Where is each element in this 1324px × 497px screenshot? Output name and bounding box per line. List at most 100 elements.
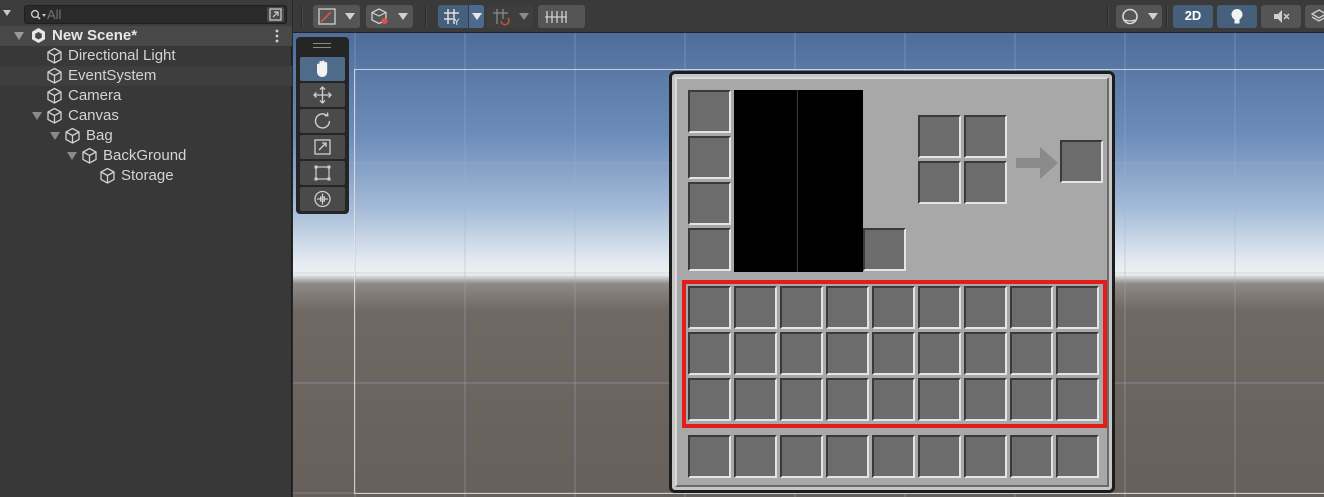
bag-background	[675, 77, 1109, 487]
hierarchy-scene-row[interactable]: New Scene*	[0, 26, 292, 46]
search-icon	[30, 9, 46, 20]
scale-tool-button[interactable]	[300, 135, 345, 159]
gameobject-cube-icon	[47, 107, 62, 124]
equipment-slot[interactable]	[688, 228, 731, 271]
expand-window-icon[interactable]	[267, 7, 284, 22]
grid-snap-caret-area[interactable]	[468, 5, 484, 28]
svg-text:Y: Y	[453, 18, 460, 26]
hotbar-slot[interactable]	[734, 435, 777, 478]
fold-open-icon[interactable]	[14, 31, 24, 41]
player-preview	[734, 90, 863, 272]
toolbar-separator	[301, 6, 303, 27]
hotbar-slot[interactable]	[1010, 435, 1053, 478]
crafting-output-slot[interactable]	[1060, 140, 1103, 183]
lighting-bulb-icon	[1231, 9, 1243, 24]
hotbar-slot[interactable]	[688, 435, 731, 478]
scene-layers-icon	[1310, 9, 1324, 22]
crafting-slot[interactable]	[964, 115, 1007, 158]
draw-mode-dropdown[interactable]	[313, 5, 360, 28]
scene-layers-toggle[interactable]	[1305, 5, 1324, 28]
hierarchy-item-label: EventSystem	[68, 67, 157, 84]
increment-snap-icon	[493, 9, 510, 26]
grid-snap-dropdown[interactable]: Y	[438, 5, 484, 28]
hierarchy-item-storage[interactable]: Storage	[0, 166, 292, 186]
gizmos-dropdown[interactable]	[1116, 5, 1162, 28]
transform-tool-button[interactable]	[300, 187, 345, 211]
kebab-menu-icon[interactable]	[275, 29, 279, 43]
search-input[interactable]	[47, 6, 267, 23]
caret-down-icon	[1148, 13, 1158, 20]
hierarchy-item-label: Storage	[121, 167, 174, 184]
hierarchy-item-eventsystem[interactable]: EventSystem	[0, 66, 292, 86]
equipment-slot[interactable]	[688, 182, 731, 225]
caret-down-icon	[472, 13, 482, 20]
fold-open-icon[interactable]	[50, 131, 60, 141]
snap-settings-icon	[545, 11, 567, 23]
hotbar-slot[interactable]	[780, 435, 823, 478]
hierarchy-item-label: BackGround	[103, 147, 187, 164]
caret-down-icon[interactable]	[2, 8, 12, 18]
hotbar-slot[interactable]	[1056, 435, 1099, 478]
grid-snap-icon: Y	[444, 9, 460, 26]
gameobject-cube-icon	[47, 87, 62, 104]
scene-name: New Scene*	[52, 27, 138, 44]
gameobject-cube-icon	[82, 147, 97, 164]
palette-grip[interactable]	[313, 43, 331, 48]
hierarchy-item-label: Directional Light	[68, 47, 176, 64]
hierarchy-item-label: Bag	[86, 127, 113, 144]
audio-mute-icon	[1274, 10, 1290, 23]
hierarchy-toolbar	[0, 0, 292, 28]
equipment-slot[interactable]	[688, 90, 731, 133]
crafting-slot[interactable]	[918, 161, 961, 204]
hotbar-slot[interactable]	[918, 435, 961, 478]
hierarchy-item-canvas[interactable]: Canvas	[0, 106, 292, 126]
toolbar-separator	[1107, 6, 1109, 27]
gameobject-cube-icon	[100, 167, 115, 184]
caret-down-icon	[398, 13, 408, 20]
transform-tool-icon	[314, 190, 331, 208]
rect-tool-icon	[314, 165, 331, 181]
bag-panel	[669, 71, 1115, 493]
storage-selection-outline	[682, 280, 1107, 428]
hierarchy-item-camera[interactable]: Camera	[0, 86, 292, 106]
hand-tool-button[interactable]	[300, 57, 345, 81]
rect-tool-button[interactable]	[300, 161, 345, 185]
gizmo-cube-dropdown[interactable]	[366, 5, 413, 28]
offhand-slot[interactable]	[863, 228, 906, 271]
gameobject-cube-icon	[47, 67, 62, 84]
move-tool-button[interactable]	[300, 83, 345, 107]
mode-2d-label: 2D	[1184, 8, 1202, 23]
toolbar-separator	[1166, 6, 1168, 27]
hierarchy-item-background[interactable]: BackGround	[0, 146, 292, 166]
gameobject-cube-icon	[47, 47, 62, 64]
hotbar-slot[interactable]	[964, 435, 1007, 478]
mode-2d-toggle[interactable]: 2D	[1173, 5, 1213, 28]
crafting-slot[interactable]	[964, 161, 1007, 204]
lighting-toggle[interactable]	[1217, 5, 1257, 28]
snap-settings-button[interactable]	[538, 5, 585, 28]
hierarchy-panel: New Scene* Directional Light EventSystem…	[0, 0, 292, 497]
hierarchy-search	[24, 5, 287, 24]
tools-palette	[296, 37, 349, 214]
caret-down-icon	[345, 13, 355, 20]
scene-viewport[interactable]	[293, 33, 1324, 497]
fold-open-icon[interactable]	[67, 151, 77, 161]
fold-open-icon[interactable]	[32, 111, 42, 121]
hierarchy-item-directional-light[interactable]: Directional Light	[0, 46, 292, 66]
equipment-slot[interactable]	[688, 136, 731, 179]
hand-tool-icon	[317, 60, 328, 77]
increment-snap-dropdown[interactable]	[487, 5, 533, 28]
toolbar-separator	[425, 6, 427, 27]
hierarchy-item-label: Canvas	[68, 107, 119, 124]
hotbar-slot[interactable]	[872, 435, 915, 478]
unity-logo-icon	[32, 28, 45, 43]
crafting-slot[interactable]	[918, 115, 961, 158]
gizmo-cube-icon	[371, 8, 388, 25]
rotate-tool-button[interactable]	[300, 109, 345, 133]
hierarchy-item-bag[interactable]: Bag	[0, 126, 292, 146]
hotbar-slot[interactable]	[826, 435, 869, 478]
scene-toolbar: Y 2D	[293, 0, 1324, 33]
preview-divider	[797, 90, 798, 272]
caret-down-icon	[519, 13, 529, 20]
audio-toggle[interactable]	[1261, 5, 1301, 28]
